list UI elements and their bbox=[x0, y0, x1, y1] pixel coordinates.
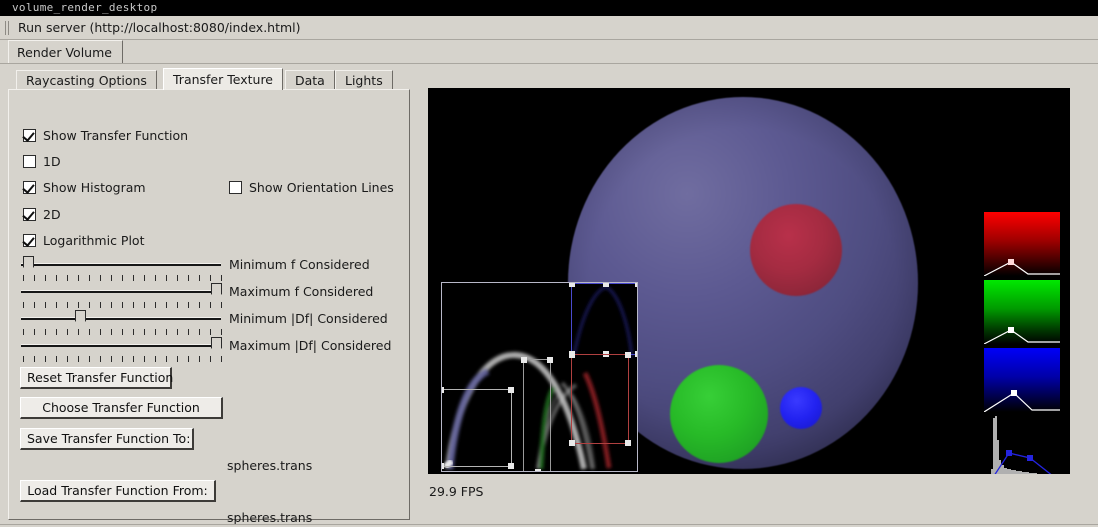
load-transfer-function-button[interactable]: Load Transfer Function From: bbox=[20, 480, 216, 502]
slider-tick-marks bbox=[23, 275, 223, 281]
resize-handle[interactable] bbox=[508, 463, 514, 469]
resize-handle[interactable] bbox=[603, 283, 609, 287]
window-title-bar: volume_render_desktop bbox=[0, 0, 1098, 16]
slider-track[interactable] bbox=[21, 317, 221, 320]
checkbox-show-transfer-function[interactable]: Show Transfer Function bbox=[23, 128, 188, 143]
blue-curve bbox=[984, 390, 1060, 412]
slider-maximum-df-considered[interactable]: Maximum |Df| Considered bbox=[21, 337, 411, 363]
checkbox-1d[interactable]: 1D bbox=[23, 154, 61, 169]
reset-transfer-function-button[interactable]: Reset Transfer Function bbox=[20, 367, 173, 389]
slider-label: Maximum |Df| Considered bbox=[229, 338, 392, 353]
green-curve bbox=[984, 327, 1060, 344]
channel-histogram-stack bbox=[984, 212, 1064, 474]
checkbox-box-icon[interactable] bbox=[23, 129, 36, 142]
checkbox-box-icon[interactable] bbox=[23, 208, 36, 221]
resize-handle[interactable] bbox=[569, 352, 575, 358]
slider-track[interactable] bbox=[21, 344, 221, 347]
selection-box-red[interactable] bbox=[569, 352, 631, 446]
outer-tab-divider bbox=[0, 63, 1098, 64]
resize-handle[interactable] bbox=[569, 440, 575, 446]
resize-handle[interactable] bbox=[569, 283, 575, 287]
red-curve bbox=[984, 259, 1060, 276]
red-channel-transfer-curve[interactable] bbox=[984, 212, 1060, 276]
slider-track[interactable] bbox=[21, 263, 221, 266]
selection-box-green[interactable] bbox=[521, 357, 553, 471]
checkbox-label: Logarithmic Plot bbox=[43, 233, 145, 248]
green-sphere bbox=[670, 365, 768, 463]
resize-handle[interactable] bbox=[535, 469, 541, 471]
drag-grip-icon[interactable] bbox=[3, 20, 12, 36]
window-title: volume_render_desktop bbox=[12, 1, 158, 14]
slider-tick-marks bbox=[23, 356, 223, 362]
resize-handle[interactable] bbox=[521, 357, 527, 363]
checkbox-2d[interactable]: 2D bbox=[23, 207, 61, 222]
checkbox-logarithmic-plot[interactable]: Logarithmic Plot bbox=[23, 233, 144, 248]
tab-transfer-texture[interactable]: Transfer Texture bbox=[163, 68, 283, 90]
menu-bar: Run server (http://localhost:8080/index.… bbox=[0, 16, 1098, 40]
resize-handle[interactable] bbox=[625, 440, 631, 446]
slider-label: Minimum |Df| Considered bbox=[229, 311, 388, 326]
resize-handle[interactable] bbox=[635, 351, 637, 357]
save-filename-label: spheres.trans bbox=[227, 458, 313, 473]
checkbox-box-icon[interactable] bbox=[23, 155, 36, 168]
intensity-histogram bbox=[991, 416, 1052, 474]
fps-counter: 29.9 FPS bbox=[429, 484, 484, 499]
save-transfer-function-button[interactable]: Save Transfer Function To: bbox=[20, 428, 194, 450]
checkbox-box-icon[interactable] bbox=[23, 181, 36, 194]
transfer-texture-panel: Raycasting Options Transfer Texture Data… bbox=[8, 68, 411, 525]
checkbox-box-icon[interactable] bbox=[23, 234, 36, 247]
slider-minimum-df-considered[interactable]: Minimum |Df| Considered bbox=[21, 310, 411, 336]
blue-channel-transfer-curve[interactable] bbox=[984, 348, 1060, 412]
slider-minimum-f-considered[interactable]: Minimum f Considered bbox=[21, 256, 411, 282]
tab-render-volume[interactable]: Render Volume bbox=[8, 40, 123, 63]
outer-tab-bar: Render Volume bbox=[0, 40, 1098, 64]
slider-tick-marks bbox=[23, 302, 223, 308]
application-window: volume_render_desktop Run server (http:/… bbox=[0, 0, 1098, 527]
intensity-histogram-with-opacity-curve[interactable] bbox=[984, 416, 1060, 474]
transfer-function-2d-editor[interactable] bbox=[441, 282, 638, 472]
slider-track[interactable] bbox=[21, 290, 221, 293]
tab-lights[interactable]: Lights bbox=[335, 70, 393, 90]
tab-raycasting-options[interactable]: Raycasting Options bbox=[16, 70, 157, 90]
checkbox-label: Show Transfer Function bbox=[43, 128, 189, 143]
slider-thumb[interactable] bbox=[23, 256, 34, 273]
resize-handle[interactable] bbox=[625, 352, 631, 358]
resize-handle[interactable] bbox=[442, 387, 444, 393]
checkbox-show-histogram[interactable]: Show Histogram bbox=[23, 180, 146, 195]
resize-handle[interactable] bbox=[547, 357, 553, 363]
red-sphere bbox=[750, 204, 842, 296]
slider-label: Minimum f Considered bbox=[229, 257, 370, 272]
checkbox-label: Show Histogram bbox=[43, 180, 146, 195]
render-viewport[interactable] bbox=[428, 88, 1070, 474]
checkbox-label: 2D bbox=[43, 207, 61, 222]
selection-box-navy[interactable] bbox=[442, 387, 514, 469]
checkbox-label: Show Orientation Lines bbox=[249, 180, 394, 195]
slider-label: Maximum f Considered bbox=[229, 284, 374, 299]
tab-data[interactable]: Data bbox=[285, 70, 335, 90]
resize-handle[interactable] bbox=[442, 463, 444, 469]
slider-maximum-f-considered[interactable]: Maximum f Considered bbox=[21, 283, 411, 309]
panel-body: Show Transfer Function 1D Show Histogram… bbox=[8, 89, 411, 525]
load-filename-label: spheres.trans bbox=[227, 510, 313, 525]
resize-handle[interactable] bbox=[635, 283, 637, 287]
run-server-label[interactable]: Run server (http://localhost:8080/index.… bbox=[18, 20, 301, 35]
checkbox-box-icon[interactable] bbox=[229, 181, 242, 194]
checkbox-label: 1D bbox=[43, 154, 61, 169]
choose-transfer-function-button[interactable]: Choose Transfer Function bbox=[20, 397, 223, 419]
checkbox-show-orientation-lines[interactable]: Show Orientation Lines bbox=[229, 180, 394, 195]
resize-handle[interactable] bbox=[508, 387, 514, 393]
slider-thumb[interactable] bbox=[211, 337, 222, 354]
blue-sphere bbox=[780, 387, 822, 429]
slider-tick-marks bbox=[23, 329, 223, 335]
slider-thumb[interactable] bbox=[211, 283, 222, 300]
inner-tab-bar: Raycasting Options Transfer Texture Data… bbox=[8, 68, 410, 90]
selection-box-blue[interactable] bbox=[569, 283, 637, 357]
slider-thumb[interactable] bbox=[75, 310, 86, 327]
green-channel-transfer-curve[interactable] bbox=[984, 280, 1060, 344]
